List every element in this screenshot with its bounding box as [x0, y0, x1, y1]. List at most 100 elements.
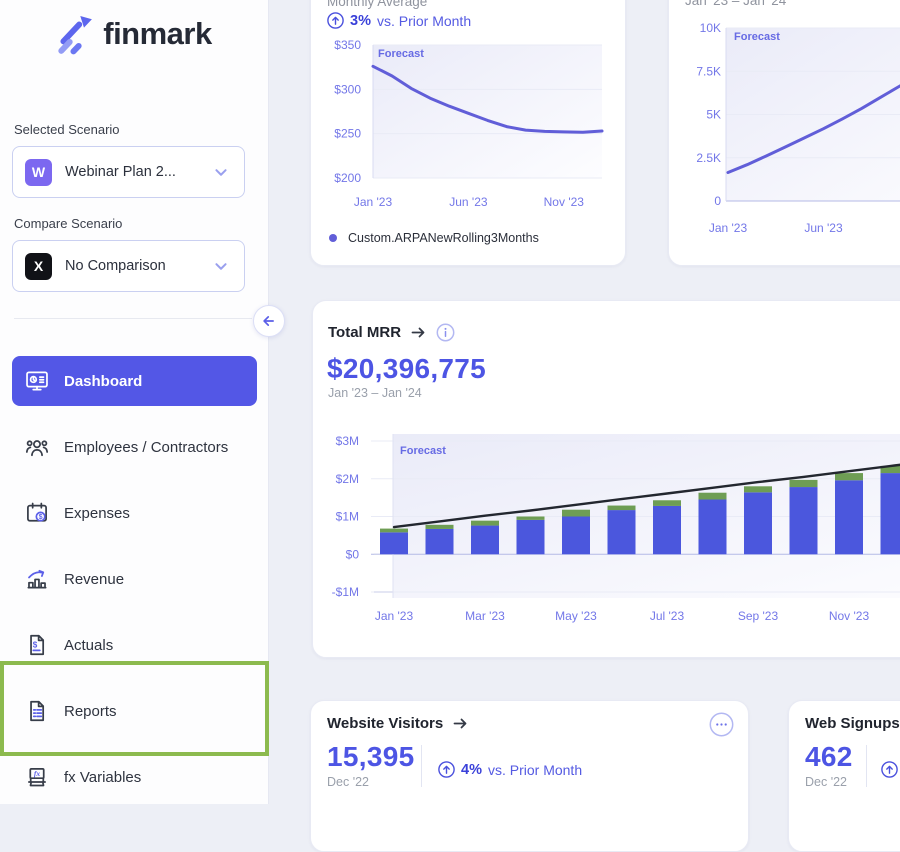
svg-text:$: $ — [33, 640, 38, 649]
compare-scenario-value: No Comparison — [65, 258, 197, 274]
revenue-chart-icon — [24, 566, 50, 592]
ellipsis-circle-icon — [709, 712, 734, 737]
calendar-dollar-icon: $ — [24, 500, 50, 526]
web-signups-delta — [881, 761, 898, 778]
web-signups-value: 462 — [805, 741, 853, 773]
sidebar-item-dashboard[interactable]: Dashboard — [12, 356, 257, 406]
svg-text:Jul '23: Jul '23 — [650, 609, 685, 623]
svg-text:2.5K: 2.5K — [696, 151, 721, 165]
document-dollar-icon: $ — [24, 632, 50, 658]
total-mrr-value: $20,396,775 — [327, 353, 486, 385]
svg-text:0: 0 — [714, 194, 721, 208]
signups-chart[interactable]: 10K 7.5K 5K 2.5K 0 Jan '23 Jun '23 Forecast — [669, 1, 900, 241]
sidebar-item-employees-contractors[interactable]: Employees / Contractors — [12, 422, 257, 472]
svg-text:Nov '23: Nov '23 — [829, 609, 870, 623]
arrow-right-icon — [410, 325, 427, 340]
svg-text:May '23: May '23 — [555, 609, 597, 623]
svg-text:$: $ — [39, 513, 43, 521]
scenario-badge: W — [25, 159, 52, 186]
sidebar-item-label: Expenses — [64, 505, 130, 522]
arrow-left-icon — [260, 312, 278, 330]
website-visitors-card: Website Visitors 15,395 Dec '22 4% vs. P… — [310, 700, 749, 852]
svg-text:$0: $0 — [346, 547, 360, 561]
sidebar-item-label: Actuals — [64, 637, 113, 654]
fx-variables-icon: fx — [24, 764, 50, 790]
collapse-sidebar-button[interactable] — [253, 305, 285, 337]
visitors-delta-value: 4% — [461, 762, 482, 778]
total-mrr-period: Jan '23 – Jan '24 — [328, 386, 422, 400]
monthly-average-card: Monthly Average 3% vs. Prior Month $350$… — [310, 0, 626, 266]
selected-scenario-dropdown[interactable]: W Webinar Plan 2... — [12, 146, 245, 198]
total-mrr-title: Total MRR — [328, 324, 401, 341]
svg-text:$300: $300 — [334, 82, 361, 96]
arrow-right-icon — [452, 716, 469, 731]
sidebar-item-revenue[interactable]: Revenue — [12, 554, 257, 604]
svg-text:Nov '23: Nov '23 — [544, 195, 585, 209]
sidebar-item-label: Reports — [64, 703, 117, 720]
visitors-delta-text: vs. Prior Month — [488, 762, 582, 778]
svg-text:10K: 10K — [700, 21, 721, 35]
total-mrr-title-row[interactable]: Total MRR — [328, 323, 455, 342]
svg-text:$350: $350 — [334, 38, 361, 52]
finmark-logo-icon — [56, 12, 94, 56]
visitors-delta: 4% vs. Prior Month — [438, 761, 582, 778]
svg-text:$2M: $2M — [336, 472, 359, 486]
website-visitors-value: 15,395 — [327, 741, 414, 773]
website-visitors-title: Website Visitors — [327, 715, 443, 732]
sidebar-divider — [14, 318, 252, 319]
stat-divider — [866, 745, 867, 787]
app-logo[interactable]: finmark — [0, 12, 268, 56]
svg-text:Mar '23: Mar '23 — [465, 609, 505, 623]
web-signups-period: Dec '22 — [805, 775, 847, 789]
svg-text:7.5K: 7.5K — [696, 64, 721, 78]
sidebar-item-expenses[interactable]: $ Expenses — [12, 488, 257, 538]
logo-wordmark: finmark — [103, 16, 211, 52]
sidebar-item-reports[interactable]: Reports — [12, 686, 257, 736]
info-icon[interactable] — [436, 323, 455, 342]
svg-text:Sep '23: Sep '23 — [738, 609, 779, 623]
legend-label: Custom.ARPANewRolling3Months — [348, 231, 539, 245]
selected-scenario-value: Webinar Plan 2... — [65, 164, 197, 180]
selected-scenario-label: Selected Scenario — [14, 122, 120, 137]
svg-text:Forecast: Forecast — [734, 31, 780, 43]
people-icon — [24, 434, 50, 460]
chevron-down-icon — [210, 255, 232, 277]
compare-scenario-label: Compare Scenario — [14, 216, 122, 231]
sidebar-nav: Dashboard Employees / Contractors $ Expe… — [12, 356, 257, 818]
svg-text:$3M: $3M — [336, 434, 359, 448]
web-signups-title: Web Signups — [805, 715, 900, 732]
dashboard-monitor-icon — [24, 368, 50, 394]
card-menu-button[interactable] — [709, 712, 734, 737]
chart-legend[interactable]: Custom.ARPANewRolling3Months — [329, 231, 539, 245]
compare-scenario-dropdown[interactable]: X No Comparison — [12, 240, 245, 292]
svg-text:fx: fx — [34, 769, 41, 778]
website-visitors-title-row[interactable]: Website Visitors — [327, 715, 469, 732]
sidebar-item-label: Dashboard — [64, 373, 142, 390]
web-signups-title-row[interactable]: Web Signups — [805, 715, 900, 732]
svg-text:-$1M: -$1M — [332, 585, 359, 599]
svg-text:$250: $250 — [334, 127, 361, 141]
website-visitors-period: Dec '22 — [327, 775, 369, 789]
sidebar-item-label: fx Variables — [64, 769, 141, 786]
sidebar: finmark Selected Scenario W Webinar Plan… — [0, 0, 269, 804]
svg-text:5K: 5K — [706, 108, 721, 122]
legend-dot — [329, 234, 337, 242]
comparison-badge: X — [25, 253, 52, 280]
svg-text:Forecast: Forecast — [400, 445, 446, 457]
mrr-chart[interactable]: $3M $2M $1M $0 -$1M Jan '23 Mar '23 May '23 Jul … — [313, 421, 900, 657]
svg-text:Jan '23: Jan '23 — [709, 221, 748, 235]
svg-text:Jan '23: Jan '23 — [375, 609, 414, 623]
report-document-icon — [24, 698, 50, 724]
sidebar-item-actuals[interactable]: $ Actuals — [12, 620, 257, 670]
sidebar-item-fx-variables[interactable]: fx fx Variables — [12, 752, 257, 802]
web-signups-card: Web Signups 462 Dec '22 — [788, 700, 900, 852]
svg-text:Jun '23: Jun '23 — [804, 221, 843, 235]
arpa-chart[interactable]: $350$300$250$200Jan '23Jun '23Nov '23For… — [311, 1, 625, 225]
chevron-down-icon — [210, 161, 232, 183]
svg-text:Jan '23: Jan '23 — [354, 195, 393, 209]
svg-text:$1M: $1M — [336, 510, 359, 524]
up-arrow-circle-icon — [438, 761, 455, 778]
up-arrow-circle-icon — [881, 761, 898, 778]
total-mrr-card: Total MRR $20,396,775 Jan '23 – Jan '24 … — [312, 300, 900, 658]
stat-divider — [421, 745, 422, 787]
